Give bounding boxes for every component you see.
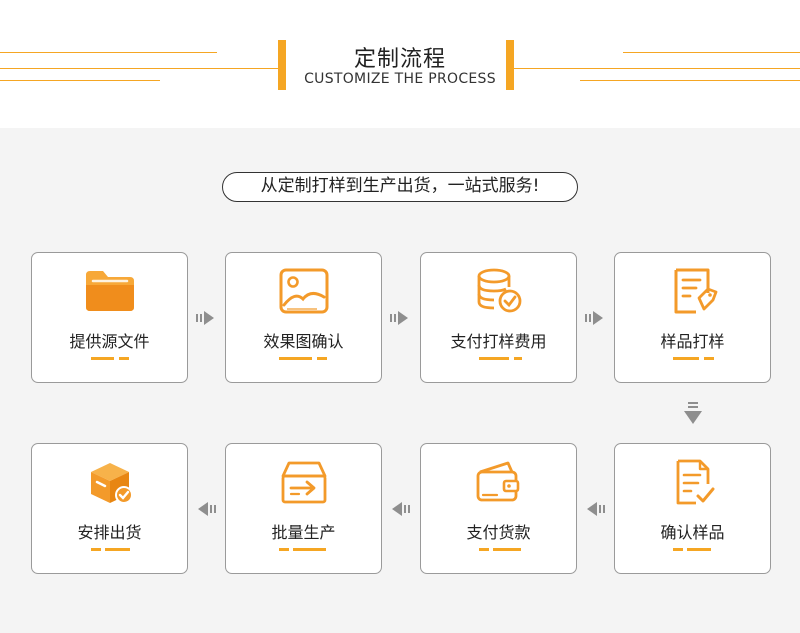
- arrow-left-icon: [198, 502, 216, 516]
- arrow-down-icon: [684, 402, 702, 424]
- step-underline: [687, 548, 711, 551]
- step-label: 批量生产: [271, 523, 336, 542]
- step-underline: [293, 548, 326, 551]
- step-card[interactable]: 确认样品: [614, 443, 771, 574]
- arrow-right-icon: [196, 311, 214, 325]
- arrow-left-icon: [587, 502, 605, 516]
- package-check-icon: [90, 463, 133, 504]
- step-underline: [105, 548, 130, 551]
- slogan-pill: 从定制打样到生产出货，一站式服务!: [222, 172, 578, 202]
- step-card[interactable]: 效果图确认: [225, 252, 382, 383]
- step-card[interactable]: 提供源文件: [31, 252, 188, 383]
- step-label: 支付打样费用: [450, 332, 547, 351]
- step-underline: [91, 548, 101, 551]
- folder-icon: [85, 271, 134, 311]
- step-underline: [673, 357, 699, 360]
- step-label: 确认样品: [660, 523, 725, 542]
- step-underline: [493, 548, 521, 551]
- page-title: 定制流程: [353, 47, 446, 72]
- step-label: 样品打样: [660, 332, 725, 351]
- image-icon: [279, 268, 328, 314]
- step-underline: [673, 548, 683, 551]
- step-card[interactable]: 支付打样费用: [420, 252, 577, 383]
- tagged-document-icon: [674, 268, 717, 314]
- step-underline: [479, 357, 509, 360]
- wallet-icon: [476, 461, 519, 502]
- step-card[interactable]: 批量生产: [225, 443, 382, 574]
- step-card[interactable]: 样品打样: [614, 252, 771, 383]
- section-header: 定制流程 CUSTOMIZE THE PROCESS: [0, 0, 800, 128]
- step-underline: [119, 357, 129, 360]
- arrow-right-icon: [390, 311, 408, 325]
- step-underline: [704, 357, 714, 360]
- step-label: 支付货款: [466, 523, 531, 542]
- page-subtitle: CUSTOMIZE THE PROCESS: [304, 71, 496, 87]
- step-label: 提供源文件: [69, 332, 150, 351]
- checked-document-icon: [676, 459, 714, 505]
- step-card[interactable]: 安排出货: [31, 443, 188, 574]
- step-label: 安排出货: [77, 523, 142, 542]
- arrow-right-icon: [585, 311, 603, 325]
- arrow-left-icon: [392, 502, 410, 516]
- coins-check-icon: [477, 268, 521, 313]
- step-label: 效果图确认: [263, 332, 344, 351]
- step-underline: [317, 357, 327, 360]
- box-arrow-icon: [281, 461, 326, 504]
- step-underline: [479, 548, 489, 551]
- step-underline: [279, 548, 289, 551]
- step-underline: [514, 357, 522, 360]
- step-card[interactable]: 支付货款: [420, 443, 577, 574]
- step-underline: [91, 357, 114, 360]
- step-underline: [279, 357, 312, 360]
